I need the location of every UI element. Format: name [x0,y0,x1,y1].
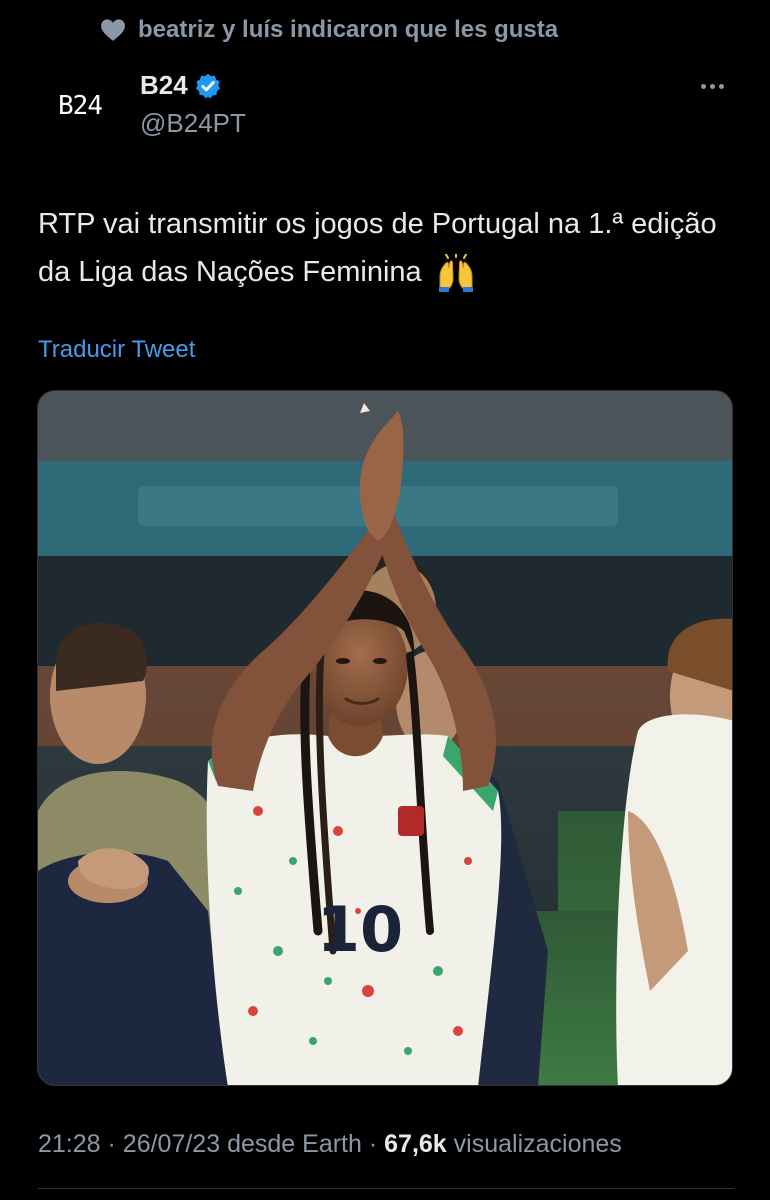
author-handle[interactable]: @B24PT [140,108,246,139]
author-name-row[interactable]: B24 [140,70,222,101]
tweet-media-photo[interactable]: 10 [37,390,733,1086]
more-options-icon[interactable] [694,74,730,98]
tweet-time[interactable]: 21:28 [38,1130,101,1158]
tweet-date[interactable]: 26/07/23 [123,1130,220,1158]
avatar[interactable]: B24 [36,66,124,146]
heart-icon [100,18,126,42]
meta-separator: · [107,1130,116,1158]
views-label: visualizaciones [453,1130,622,1158]
tweet-meta: 21:28 · 26/07/23 desde Earth · 67,6k vis… [38,1130,622,1159]
display-name[interactable]: B24 [140,70,188,101]
tweet-text: RTP vai transmitir os jogos de Portugal … [38,200,728,296]
tweet-header: B24 B24 @B24PT [36,66,734,146]
jersey-number: 10 [317,893,403,966]
translate-tweet-link[interactable]: Traducir Tweet [38,336,195,364]
divider [38,1188,734,1189]
avatar-logo-text: B24 [58,91,103,121]
verified-badge-icon [194,72,222,100]
views-count[interactable]: 67,6k [384,1130,447,1158]
meta-separator: · [368,1130,378,1158]
raised-hands-icon [436,254,476,293]
tweet-body: RTP vai transmitir os jogos de Portugal … [38,208,717,288]
social-context-text: beatriz y luís indicaron que les gusta [138,16,559,43]
social-context[interactable]: beatriz y luís indicaron que les gusta [100,14,558,46]
tweet-source: desde Earth [227,1130,362,1158]
